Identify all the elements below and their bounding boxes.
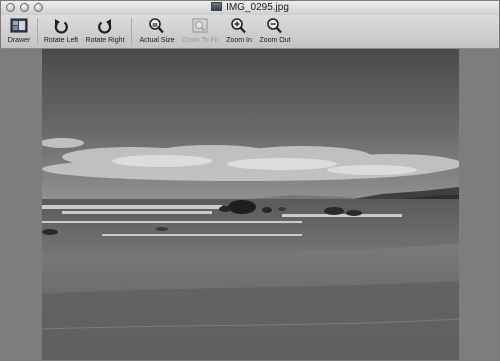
document-icon xyxy=(211,2,223,11)
beach-photo xyxy=(42,49,459,360)
image-viewport[interactable] xyxy=(1,49,499,360)
window-title-text: IMG_0295.jpg xyxy=(226,2,289,13)
toolbar-separator xyxy=(37,18,38,44)
drawer-label: Drawer xyxy=(7,37,31,44)
drawer-button[interactable]: Drawer xyxy=(5,17,33,45)
zoom-to-fit-button[interactable]: Zoom To Fit xyxy=(179,17,221,45)
actual-size-icon xyxy=(149,18,164,34)
drawer-icon xyxy=(10,18,28,33)
beach-photo-image xyxy=(42,49,459,360)
rotate-right-icon xyxy=(98,19,112,34)
rotate-left-button[interactable]: Rotate Left xyxy=(42,17,80,45)
actual-size-label: Actual Size xyxy=(139,37,175,44)
toolbar: Drawer Rotate Left Rotate Right Actual S… xyxy=(1,15,499,49)
window-title: IMG_0295.jpg xyxy=(1,2,499,14)
title-bar[interactable]: IMG_0295.jpg xyxy=(1,1,499,15)
rotate-left-icon xyxy=(54,19,68,34)
zoom-to-fit-icon xyxy=(192,18,208,33)
zoom-out-button[interactable]: Zoom Out xyxy=(257,17,293,45)
preview-window: IMG_0295.jpg Drawer Rotate Left Rotate R… xyxy=(0,0,500,361)
zoom-in-label: Zoom In xyxy=(226,37,252,44)
rotate-left-label: Rotate Left xyxy=(43,37,79,44)
rotate-right-label: Rotate Right xyxy=(85,37,125,44)
zoom-in-button[interactable]: Zoom In xyxy=(224,17,254,45)
actual-size-button[interactable]: Actual Size xyxy=(137,17,177,45)
rotate-right-button[interactable]: Rotate Right xyxy=(84,17,126,45)
toolbar-separator xyxy=(131,18,132,44)
zoom-in-icon xyxy=(231,18,246,34)
zoom-out-label: Zoom Out xyxy=(259,37,291,44)
zoom-to-fit-label: Zoom To Fit xyxy=(181,37,219,44)
zoom-out-icon xyxy=(267,18,282,34)
